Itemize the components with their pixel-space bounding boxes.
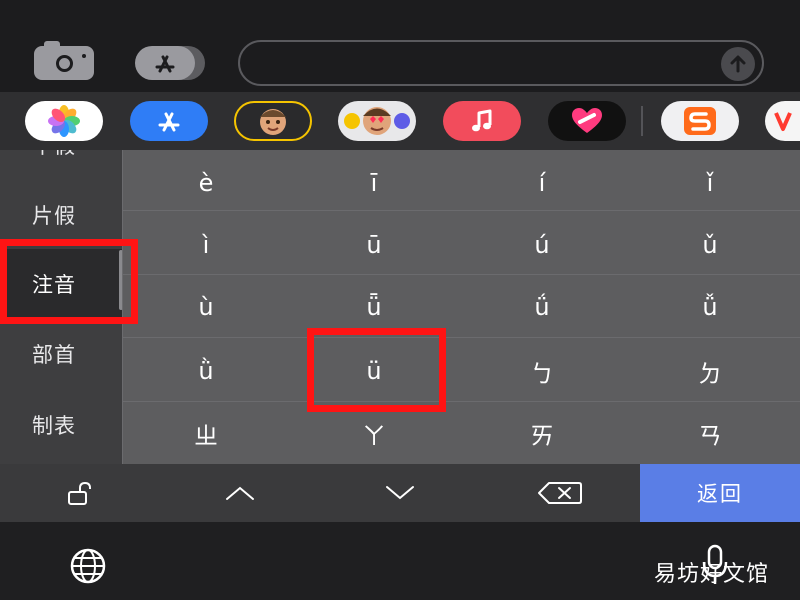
photos-icon <box>48 105 80 137</box>
chevron-down-icon <box>386 486 414 500</box>
symbol-key[interactable]: í <box>458 152 626 214</box>
memoji-app[interactable] <box>234 101 312 141</box>
highlight-box-zhuyin <box>0 239 138 324</box>
symbol-key[interactable]: ㄓ <box>122 402 290 464</box>
symbol-key[interactable]: ū <box>290 214 458 276</box>
symbol-key[interactable]: ǜ <box>122 340 290 402</box>
grid-divider <box>122 401 800 402</box>
heart-icon <box>572 108 602 133</box>
backspace-icon <box>538 482 582 504</box>
camera-button[interactable] <box>34 41 94 80</box>
sogou-app[interactable] <box>661 101 739 141</box>
appstore-icon <box>158 112 180 132</box>
page-up-button[interactable] <box>180 464 300 522</box>
symbol-key[interactable]: ㄞ <box>458 402 626 464</box>
photos-app[interactable] <box>25 101 103 141</box>
return-button[interactable]: 返回 <box>640 464 800 522</box>
grid-divider <box>122 210 800 211</box>
symbol-key[interactable]: ù <box>122 276 290 338</box>
music-note-icon <box>472 109 492 132</box>
symbol-key[interactable]: ǘ <box>458 276 626 338</box>
v-icon <box>773 112 792 131</box>
globe-button[interactable] <box>62 547 114 589</box>
symbol-key[interactable]: ㄅ <box>458 340 626 402</box>
message-input[interactable] <box>238 40 764 86</box>
grid-divider <box>122 274 800 275</box>
category-radicals[interactable]: 部首 <box>0 319 122 389</box>
symbol-grid: è ī í ǐ ì ū ú ǔ ù ǖ ǘ ǚ ǜ ü ㄅ ㄉ ㄓ ㄚ ㄞ ㄢ <box>122 150 800 464</box>
music-app[interactable] <box>443 101 521 141</box>
watermark-text: 易坊好文馆 <box>654 562 770 587</box>
category-label: 部首 <box>32 343 76 367</box>
message-compose-bar <box>0 0 800 92</box>
app-store-app[interactable] <box>130 101 208 141</box>
chevron-up-icon <box>226 486 254 500</box>
symbol-key[interactable]: ǔ <box>626 214 794 276</box>
symbol-key[interactable]: ì <box>122 214 290 276</box>
digital-touch-app[interactable] <box>548 101 626 141</box>
lock-button[interactable] <box>20 464 140 522</box>
globe-icon <box>70 548 106 584</box>
sogou-s-icon <box>684 107 716 135</box>
partial-app[interactable] <box>765 101 800 141</box>
category-label: 平假 <box>32 150 76 160</box>
camera-icon <box>56 55 73 72</box>
send-button[interactable] <box>721 47 755 81</box>
delete-button[interactable] <box>500 464 620 522</box>
category-label: 片假 <box>32 204 76 228</box>
keyboard-toolbar: 返回 <box>0 464 800 522</box>
page-down-button[interactable] <box>340 464 460 522</box>
symbol-key[interactable]: ǐ <box>626 152 794 214</box>
memoji-stickers-app[interactable] <box>338 101 416 141</box>
imessage-app-strip <box>0 92 800 150</box>
category-box-drawing[interactable]: 制表 <box>0 390 122 460</box>
apps-button[interactable] <box>135 46 205 80</box>
symbol-key[interactable]: ǚ <box>626 276 794 338</box>
symbol-key[interactable]: ㄉ <box>626 340 794 402</box>
category-hiragana[interactable]: 平假 <box>0 150 122 180</box>
category-label: 制表 <box>32 414 76 438</box>
memoji-icon <box>234 101 312 141</box>
keyboard-bottom-bar: 易坊好文馆 <box>0 522 800 600</box>
symbol-key[interactable]: ㄢ <box>626 402 794 464</box>
symbol-key[interactable]: ú <box>458 214 626 276</box>
memoji-stickers-icon <box>344 107 410 135</box>
grid-divider <box>122 337 800 338</box>
appstore-icon <box>155 55 175 73</box>
app-strip-divider <box>641 106 643 136</box>
unlock-icon <box>68 481 91 505</box>
highlight-box-u-umlaut <box>307 328 446 412</box>
symbol-key[interactable]: ī <box>290 152 458 214</box>
symbol-key[interactable]: è <box>122 152 290 214</box>
arrow-up-icon <box>730 55 746 73</box>
